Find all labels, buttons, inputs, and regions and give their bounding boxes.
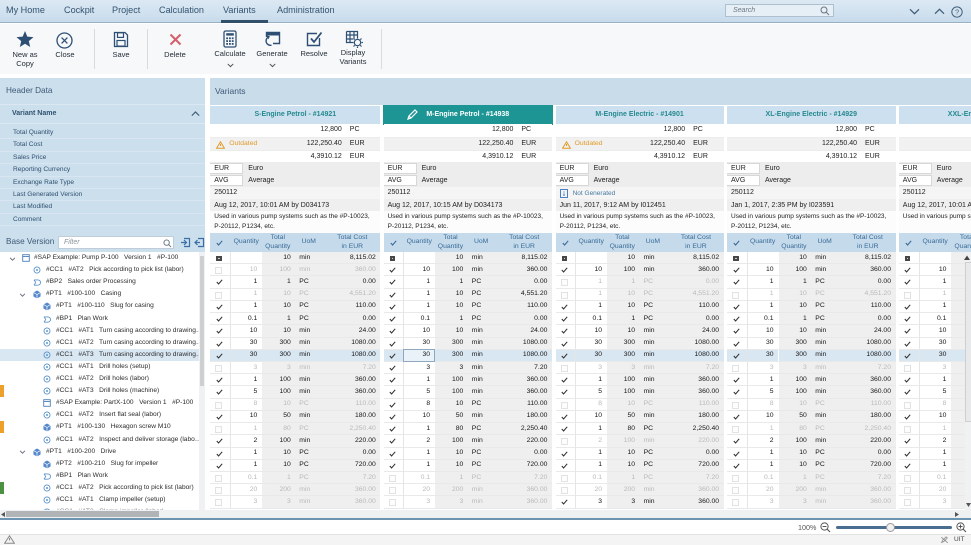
- svg-text:?: ?: [955, 8, 959, 17]
